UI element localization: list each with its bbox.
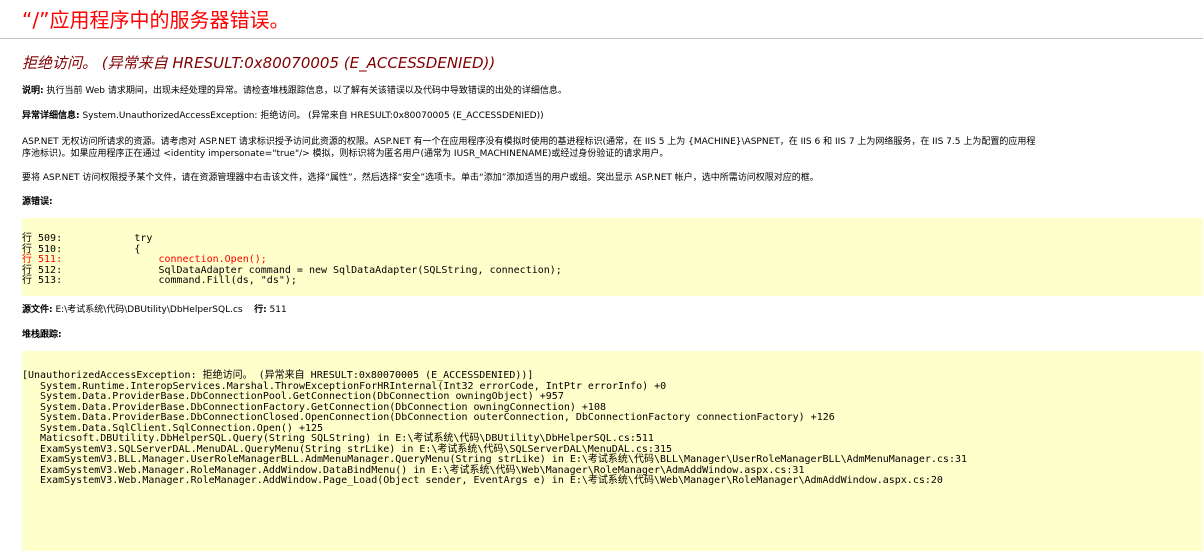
page-title: “/”应用程序中的服务器错误。: [22, 8, 290, 32]
stack-trace-line: [UnauthorizedAccessException: 拒绝访问。 (异常来…: [22, 370, 534, 381]
access-info-line-1: ASP.NET 无权访问所请求的资源。请考虑对 ASP.NET 请求标识授予访问…: [22, 137, 1036, 147]
source-line-num: 行 510:: [22, 243, 63, 255]
source-line-code: SqlDataAdapter command = new SqlDataAdap…: [62, 264, 562, 276]
description-paragraph: 说明: 执行当前 Web 请求期间，出现未经处理的异常。请检查堆栈跟踪信息，以了…: [22, 85, 1203, 97]
description-text: 执行当前 Web 请求期间，出现未经处理的异常。请检查堆栈跟踪信息，以了解有关该…: [43, 86, 567, 96]
stack-trace-line: System.Data.ProviderBase.DbConnectionClo…: [22, 412, 835, 423]
exception-details-text: System.UnauthorizedAccessException: 拒绝访问…: [79, 111, 544, 121]
source-line-num: 行 511:: [22, 254, 63, 265]
stack-trace-line: Maticsoft.DBUtility.DbHelperSQL.Query(St…: [22, 433, 654, 444]
source-line-label: 行:: [254, 305, 267, 315]
stack-trace-line: ExamSystemV3.Web.Manager.RoleManager.Add…: [22, 475, 943, 486]
source-error-code: 行 509: try 行 510: {行 511: connection.Open…: [22, 218, 1203, 296]
access-info-line-2: 序池标识)。如果应用程序正在通过 <identity impersonate="…: [22, 149, 669, 159]
access-info-paragraph: ASP.NET 无权访问所请求的资源。请考虑对 ASP.NET 请求标识授予访问…: [22, 136, 1203, 160]
error-page: “/”应用程序中的服务器错误。 拒绝访问。 (异常来自 HRESULT:0x80…: [0, 0, 1203, 551]
stack-trace-label: 堆栈跟踪:: [22, 330, 62, 340]
source-file-label: 源文件:: [22, 305, 53, 315]
description-label: 说明:: [22, 86, 44, 96]
source-line-code: command.Fill(ds, "ds");: [62, 275, 297, 286]
source-line: 行 513: command.Fill(ds, "ds");: [22, 275, 1203, 287]
source-line-code: connection.Open();: [62, 254, 267, 265]
exception-details-paragraph: 异常详细信息: System.UnauthorizedAccessExcepti…: [22, 110, 1203, 122]
grant-access-paragraph: 要将 ASP.NET 访问权限授予某个文件，请在资源管理器中右击该文件，选择“属…: [22, 173, 819, 183]
source-line-num: 行 509:: [22, 233, 63, 244]
source-line-code: {: [62, 243, 141, 255]
source-line-code: try: [62, 233, 153, 244]
source-line: 行 509: try: [22, 233, 1203, 245]
source-error-label: 源错误:: [22, 197, 53, 207]
source-file-paragraph: 源文件: E:\考试系统\代码\DBUtility\DbHelperSQL.cs…: [22, 304, 1203, 316]
stack-trace-line: System.Data.ProviderBase.DbConnectionPoo…: [22, 391, 564, 402]
source-line-number: 511: [266, 305, 287, 315]
error-subtitle: 拒绝访问。 (异常来自 HRESULT:0x80070005 (E_ACCESS…: [22, 54, 496, 72]
exception-details-label: 异常详细信息:: [22, 111, 80, 121]
source-line-num: 行 512:: [22, 264, 63, 276]
stack-trace-line: ExamSystemV3.BLL.Manager.UserRoleManager…: [22, 454, 968, 465]
source-file-path: E:\考试系统\代码\DBUtility\DbHelperSQL.cs: [52, 305, 243, 315]
stack-trace-code: [UnauthorizedAccessException: 拒绝访问。 (异常来…: [22, 351, 1203, 551]
title-divider: [0, 38, 1203, 39]
source-line-num: 行 513:: [22, 275, 63, 286]
